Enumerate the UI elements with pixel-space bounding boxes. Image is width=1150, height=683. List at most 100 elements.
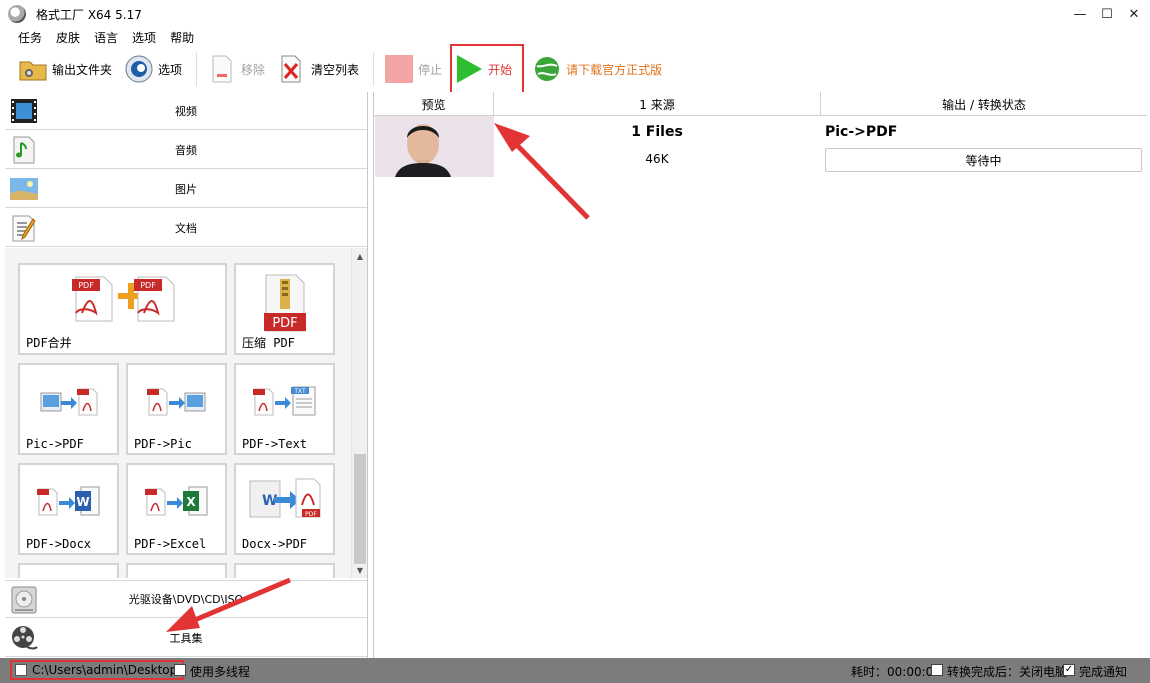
pdf-badge-text: PDF — [272, 316, 297, 331]
source-file-size: 46K — [645, 152, 669, 166]
tile-label: PDF->Text — [242, 437, 308, 451]
category-optical[interactable]: 光驱设备\DVD\CD\ISO — [5, 580, 367, 618]
category-document[interactable]: 文档 — [5, 209, 367, 247]
minimize-button[interactable]: — — [1066, 0, 1094, 28]
source-file-count: 1 Files — [631, 124, 683, 140]
pdf-badge-text: PDF — [78, 281, 94, 290]
music-note-icon — [9, 135, 39, 165]
tile-label: PDF->Excel — [134, 537, 207, 551]
compress-pdf-icon: PDF — [260, 273, 310, 333]
scroll-up-arrow-icon[interactable]: ▲ — [352, 248, 368, 264]
play-icon — [454, 54, 484, 84]
notify-label: 完成通知 — [1079, 665, 1128, 679]
document-tools-grid: PDF PDF PDF合并 PDF 压缩 PDF Pic->PDF PDF->P… — [5, 248, 351, 578]
pdf-to-pic-icon — [146, 383, 207, 417]
tile-label: Docx->PDF — [242, 537, 308, 551]
table-header: 预览 1 来源 输出 / 转换状态 — [374, 92, 1147, 116]
folder-icon — [18, 54, 48, 84]
excel-badge-text: X — [186, 495, 196, 509]
clear-list-icon — [277, 54, 307, 84]
tile-label: PDF->Docx — [26, 537, 92, 551]
toolbar-separator — [373, 52, 375, 86]
tiles-scrollbar[interactable]: ▲ ▼ — [351, 248, 367, 578]
options-gear-icon — [124, 54, 154, 84]
tile-label: PDF合并 — [26, 336, 72, 350]
docx-to-pdf-icon: W PDF — [248, 475, 322, 521]
multithread-checkbox[interactable] — [174, 664, 186, 676]
scroll-thumb[interactable] — [354, 454, 366, 564]
category-image[interactable]: 图片 — [5, 170, 367, 208]
output-folder-button[interactable]: 输出文件夹 — [14, 49, 116, 89]
menu-help[interactable]: 帮助 — [170, 29, 194, 46]
category-tools[interactable]: 工具集 — [5, 619, 367, 657]
app-icon — [8, 5, 26, 23]
multithread-label: 使用多线程 — [190, 665, 251, 679]
category-video[interactable]: 视频 — [5, 92, 367, 130]
table-row[interactable]: 1 Files 46K Pic->PDF 等待中 — [374, 116, 1147, 178]
stop-icon — [384, 54, 414, 84]
scroll-down-arrow-icon[interactable]: ▼ — [352, 562, 368, 578]
preview-thumbnail — [375, 116, 494, 177]
pdf-to-excel-icon: X — [144, 483, 209, 517]
tile-label: 压缩 PDF — [242, 336, 295, 350]
after-done-checkbox[interactable] — [931, 664, 943, 676]
stop-button[interactable]: 停止 — [380, 49, 446, 89]
disc-drive-icon — [9, 585, 39, 615]
tile-pic-to-pdf[interactable]: Pic->PDF — [18, 363, 119, 455]
folder-small-icon — [15, 664, 27, 676]
maximize-button[interactable]: ☐ — [1093, 0, 1121, 28]
tile-partial[interactable] — [18, 563, 119, 578]
menu-bar: 任务 皮肤 语言 选项 帮助 — [0, 28, 1150, 46]
pdf-to-word-icon: W — [36, 483, 101, 517]
tile-label: Pic->PDF — [26, 437, 84, 451]
column-source[interactable]: 1 来源 — [494, 92, 821, 116]
menu-language[interactable]: 语言 — [94, 29, 118, 46]
tile-label: PDF->Pic — [134, 437, 192, 451]
tile-pdf-to-pic[interactable]: PDF->Pic — [126, 363, 227, 455]
pdf-merge-icon: PDF PDF — [68, 273, 178, 323]
film-icon — [9, 96, 39, 126]
document-pencil-icon — [9, 213, 39, 243]
download-official-button[interactable]: 请下载官方正式版 — [528, 49, 666, 89]
menu-task[interactable]: 任务 — [18, 29, 42, 46]
check-mark-icon: ✓ — [1064, 664, 1074, 675]
tile-pdf-to-text[interactable]: TXT PDF->Text — [234, 363, 335, 455]
start-button[interactable]: 开始 — [450, 44, 525, 94]
globe-download-icon — [532, 54, 562, 84]
tile-compress-pdf[interactable]: PDF 压缩 PDF — [234, 263, 335, 355]
pdf-to-text-icon: TXT — [252, 383, 317, 417]
column-preview[interactable]: 预览 — [374, 92, 494, 116]
tile-pdf-to-excel[interactable]: X PDF->Excel — [126, 463, 227, 555]
notify-checkbox[interactable]: ✓ — [1063, 664, 1075, 676]
word-badge-text: W — [76, 495, 89, 509]
status-bar: C:\Users\admin\Desktop 使用多线程 耗时：00:00:00… — [0, 658, 1150, 683]
pdf-badge-text: PDF — [140, 281, 156, 290]
elapsed-time: 耗时：00:00:00 — [851, 665, 941, 679]
tile-pdf-merge[interactable]: PDF PDF PDF合并 — [18, 263, 227, 355]
landscape-picture-icon — [9, 174, 39, 204]
column-output-status[interactable]: 输出 / 转换状态 — [821, 92, 1147, 116]
conversion-type: Pic->PDF — [825, 124, 898, 140]
toolbar: 输出文件夹 选项 移除 清空列表 停止 开始 请下载官方正式版 — [0, 44, 1150, 94]
toolbar-separator — [196, 52, 198, 86]
output-path-text: C:\Users\admin\Desktop — [32, 663, 178, 677]
menu-options[interactable]: 选项 — [132, 29, 156, 46]
pic-to-pdf-icon — [39, 383, 99, 417]
tile-docx-to-pdf[interactable]: W PDF Docx->PDF — [234, 463, 335, 555]
close-button[interactable]: ✕ — [1120, 0, 1148, 28]
title-bar: 格式工厂 X64 5.17 — ☐ ✕ — [0, 0, 1150, 28]
tile-partial[interactable] — [126, 563, 227, 578]
category-audio[interactable]: 音频 — [5, 131, 367, 169]
tile-partial[interactable] — [234, 563, 335, 578]
options-button[interactable]: 选项 — [120, 49, 186, 89]
film-reel-icon — [9, 623, 39, 653]
output-path[interactable]: C:\Users\admin\Desktop — [10, 660, 185, 680]
category-panel: 视频 音频 图片 文档 PDF PDF PDF合并 PDF 压缩 PDF Pic… — [5, 92, 368, 658]
clear-list-button[interactable]: 清空列表 — [273, 49, 363, 89]
txt-badge-text: TXT — [293, 388, 306, 395]
pdf-badge-text: PDF — [305, 511, 317, 518]
conversion-status: 等待中 — [825, 148, 1142, 172]
menu-skin[interactable]: 皮肤 — [56, 29, 80, 46]
remove-button[interactable]: 移除 — [203, 49, 269, 89]
tile-pdf-to-docx[interactable]: W PDF->Docx — [18, 463, 119, 555]
